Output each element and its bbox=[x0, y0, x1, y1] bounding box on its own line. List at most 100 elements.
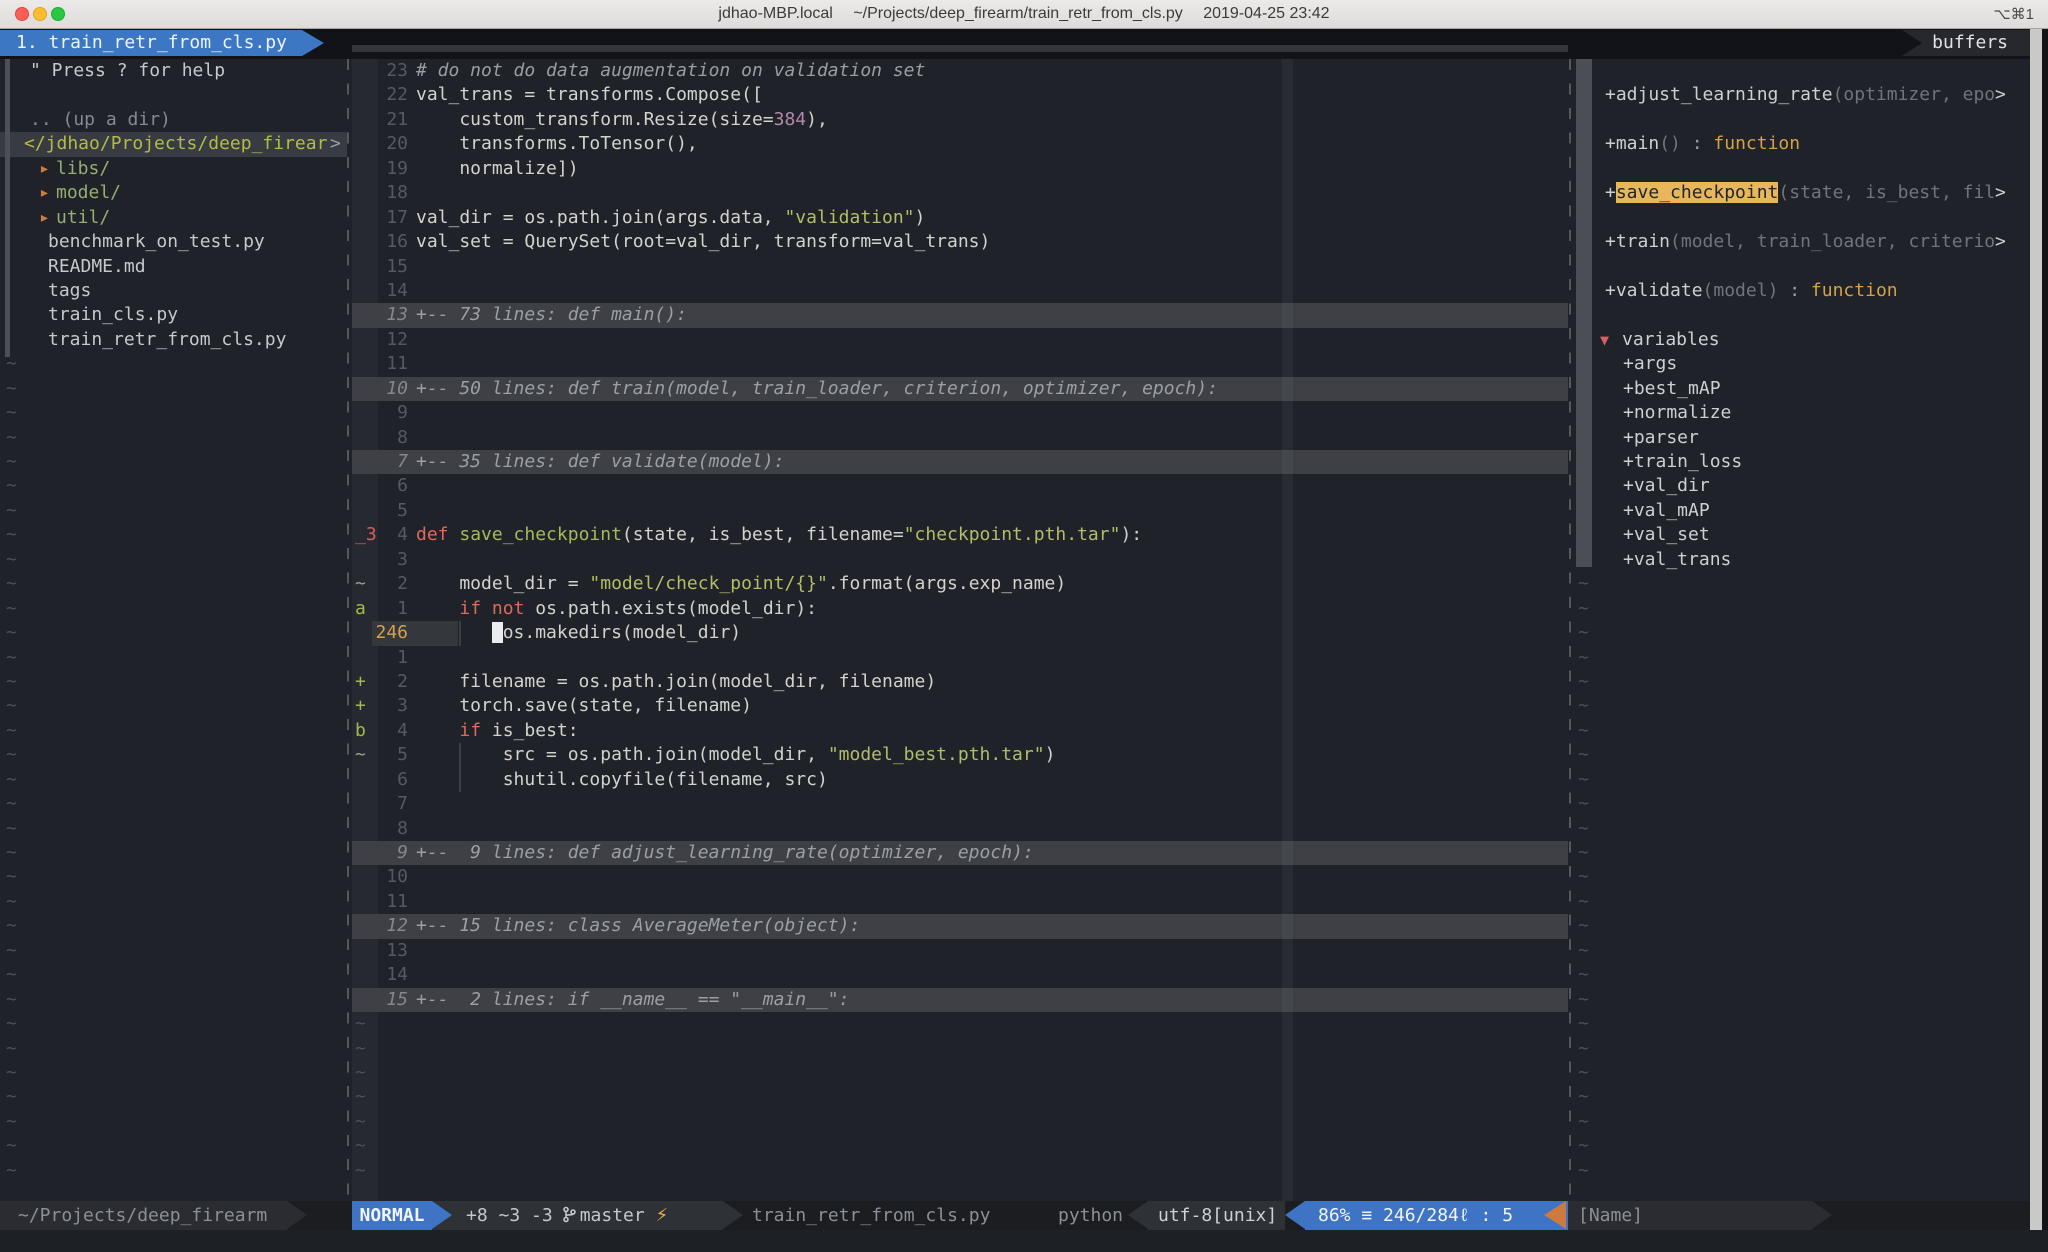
maximize-traffic-light-icon[interactable] bbox=[51, 7, 65, 21]
code-line[interactable]: 17val_dir = os.path.join(args.data, "val… bbox=[352, 206, 1568, 230]
code-line[interactable]: +3 torch.save(state, filename) bbox=[352, 694, 1568, 718]
code-text: +-- 9 lines: def adjust_learning_rate(op… bbox=[416, 841, 1034, 865]
code-editor-window[interactable]: 23# do not do data augmentation on valid… bbox=[352, 59, 1568, 1201]
tree-item-dir[interactable]: ▸libs/ bbox=[0, 157, 347, 181]
tree-item-dir[interactable]: ▸util/ bbox=[0, 206, 347, 230]
nerdtree-scrollbar[interactable] bbox=[5, 59, 10, 357]
tree-item-updir[interactable]: .. (up a dir) bbox=[0, 108, 347, 132]
tilde-icon: ~ bbox=[6, 1061, 17, 1085]
tree-item-file[interactable]: README.md bbox=[0, 255, 347, 279]
tree-item-dir[interactable]: ▸model/ bbox=[0, 181, 347, 205]
code-line[interactable]: 5 bbox=[352, 499, 1568, 523]
close-traffic-light-icon[interactable] bbox=[15, 7, 29, 21]
code-line[interactable]: 246 os.makedirs(model_dir) bbox=[352, 621, 1568, 645]
code-line[interactable]: 8 bbox=[352, 817, 1568, 841]
tilde-icon: ~ bbox=[6, 646, 17, 670]
empty-line-tilde: ~ bbox=[1568, 597, 2048, 621]
code-line[interactable]: 10 bbox=[352, 865, 1568, 889]
tagbar-item[interactable]: +validate(model) : function bbox=[1568, 279, 2048, 303]
folded-line[interactable]: 12+-- 15 lines: class AverageMeter(objec… bbox=[352, 914, 1568, 938]
block-cursor[interactable] bbox=[492, 622, 503, 643]
window-scrollbar[interactable] bbox=[2030, 29, 2042, 1230]
tilde-icon: ~ bbox=[1578, 719, 1589, 743]
code-line[interactable]: 14 bbox=[352, 963, 1568, 987]
code-line[interactable]: 1 bbox=[352, 646, 1568, 670]
empty-line-tilde: ~ bbox=[1568, 914, 2048, 938]
code-line[interactable]: 20 transforms.ToTensor(), bbox=[352, 132, 1568, 156]
minimize-traffic-light-icon[interactable] bbox=[33, 7, 47, 21]
folded-line[interactable]: 9+-- 9 lines: def adjust_learning_rate(o… bbox=[352, 841, 1568, 865]
tagbar-split-separator[interactable] bbox=[1569, 59, 1571, 1201]
tilde-icon: ~ bbox=[6, 1134, 17, 1158]
tag-entry: +train(model, train_loader, criterio bbox=[1605, 230, 1995, 254]
line-number: 2 bbox=[372, 670, 408, 694]
empty-line-tilde: ~ bbox=[1568, 988, 2048, 1012]
code-line[interactable]: b4 if is_best: bbox=[352, 719, 1568, 743]
code-line[interactable]: 19 normalize]) bbox=[352, 157, 1568, 181]
code-line[interactable]: +2 filename = os.path.join(model_dir, fi… bbox=[352, 670, 1568, 694]
tree-item-file[interactable]: train_retr_from_cls.py bbox=[0, 328, 347, 352]
folded-line[interactable]: 13+-- 73 lines: def main(): bbox=[352, 303, 1568, 327]
tree-item-file[interactable]: train_cls.py bbox=[0, 303, 347, 327]
folded-line[interactable]: 10+-- 50 lines: def train(model, train_l… bbox=[352, 377, 1568, 401]
tagbar-item[interactable]: +save_checkpoint(state, is_best, fil> bbox=[1568, 181, 2048, 205]
empty-line-tilde: ~ bbox=[0, 1134, 347, 1158]
tree-file-name: train_retr_from_cls.py bbox=[48, 328, 286, 352]
code-line[interactable]: 13 bbox=[352, 939, 1568, 963]
tagbar-inner-scrollbar[interactable] bbox=[1576, 59, 1592, 567]
empty-line-tilde: ~ bbox=[352, 1061, 1568, 1085]
nerdtree-split-separator[interactable] bbox=[347, 59, 349, 1201]
code-line[interactable]: 23# do not do data augmentation on valid… bbox=[352, 59, 1568, 83]
code-line[interactable]: _34def save_checkpoint(state, is_best, f… bbox=[352, 523, 1568, 547]
tagbar-item[interactable]: +train(model, train_loader, criterio> bbox=[1568, 230, 2048, 254]
tilde-icon: ~ bbox=[1578, 817, 1589, 841]
code-line[interactable]: 8 bbox=[352, 426, 1568, 450]
code-line[interactable]: 18 bbox=[352, 181, 1568, 205]
tagbar-item[interactable]: +main() : function bbox=[1568, 132, 2048, 156]
tagbar-item[interactable]: ▼variables bbox=[1568, 328, 2048, 352]
tagbar-statusline: [Name] train_retr_from_cls.py bbox=[1568, 1201, 1812, 1230]
code-line[interactable]: 14 bbox=[352, 279, 1568, 303]
code-line[interactable]: a1 if not os.path.exists(model_dir): bbox=[352, 597, 1568, 621]
variable-tag: +normalize bbox=[1623, 401, 1731, 425]
code-line[interactable]: 12 bbox=[352, 328, 1568, 352]
tagbar-item[interactable]: +val_dir bbox=[1568, 474, 2048, 498]
code-line[interactable]: 11 bbox=[352, 352, 1568, 376]
tagbar-item[interactable]: +train_loss bbox=[1568, 450, 2048, 474]
tagbar-item[interactable]: +val_mAP bbox=[1568, 499, 2048, 523]
code-text: val_trans = transforms.Compose([ bbox=[416, 83, 763, 107]
code-line[interactable]: ~5 src = os.path.join(model_dir, "model_… bbox=[352, 743, 1568, 767]
tree-item-file[interactable]: tags bbox=[0, 279, 347, 303]
tree-item-root[interactable]: </jdhao/Projects/deep_firear> bbox=[0, 132, 347, 156]
code-line[interactable]: 22val_trans = transforms.Compose([ bbox=[352, 83, 1568, 107]
command-line[interactable] bbox=[0, 1230, 2048, 1252]
code-line[interactable]: 7 bbox=[352, 792, 1568, 816]
empty-line-tilde: ~ bbox=[1568, 792, 2048, 816]
code-line[interactable]: 3 bbox=[352, 548, 1568, 572]
code-line[interactable]: 16val_set = QuerySet(root=val_dir, trans… bbox=[352, 230, 1568, 254]
tagbar-item[interactable]: +val_trans bbox=[1568, 548, 2048, 572]
empty-line-tilde: ~ bbox=[1568, 1012, 2048, 1036]
tagbar-item[interactable]: +val_set bbox=[1568, 523, 2048, 547]
code-line[interactable]: 21 custom_transform.Resize(size=384), bbox=[352, 108, 1568, 132]
tagbar-item[interactable]: +args bbox=[1568, 352, 2048, 376]
line-number: 8 bbox=[372, 426, 408, 450]
tree-item-help[interactable]: " Press ? for help bbox=[0, 59, 347, 83]
code-line[interactable]: 15 bbox=[352, 255, 1568, 279]
tagbar-item[interactable]: +normalize bbox=[1568, 401, 2048, 425]
code-line[interactable]: 6 bbox=[352, 474, 1568, 498]
tagbar-item[interactable]: +best_mAP bbox=[1568, 377, 2048, 401]
tab-powerline-arrow-icon bbox=[302, 30, 324, 56]
folded-line[interactable]: 15+-- 2 lines: if __name__ == "__main__"… bbox=[352, 988, 1568, 1012]
tagbar-item[interactable]: +parser bbox=[1568, 426, 2048, 450]
tag-kind: function bbox=[1713, 133, 1800, 154]
tab-train-retr-from-cls[interactable]: 1. train_retr_from_cls.py bbox=[0, 30, 302, 56]
tagbar-item[interactable]: +adjust_learning_rate(optimizer, epo> bbox=[1568, 83, 2048, 107]
tilde-icon: ~ bbox=[6, 841, 17, 865]
code-line[interactable]: ~2 model_dir = "model/check_point/{}".fo… bbox=[352, 572, 1568, 596]
code-line[interactable]: 11 bbox=[352, 890, 1568, 914]
tree-item-file[interactable]: benchmark_on_test.py bbox=[0, 230, 347, 254]
code-line[interactable]: 9 bbox=[352, 401, 1568, 425]
code-line[interactable]: 6 shutil.copyfile(filename, src) bbox=[352, 768, 1568, 792]
folded-line[interactable]: 7+-- 35 lines: def validate(model): bbox=[352, 450, 1568, 474]
